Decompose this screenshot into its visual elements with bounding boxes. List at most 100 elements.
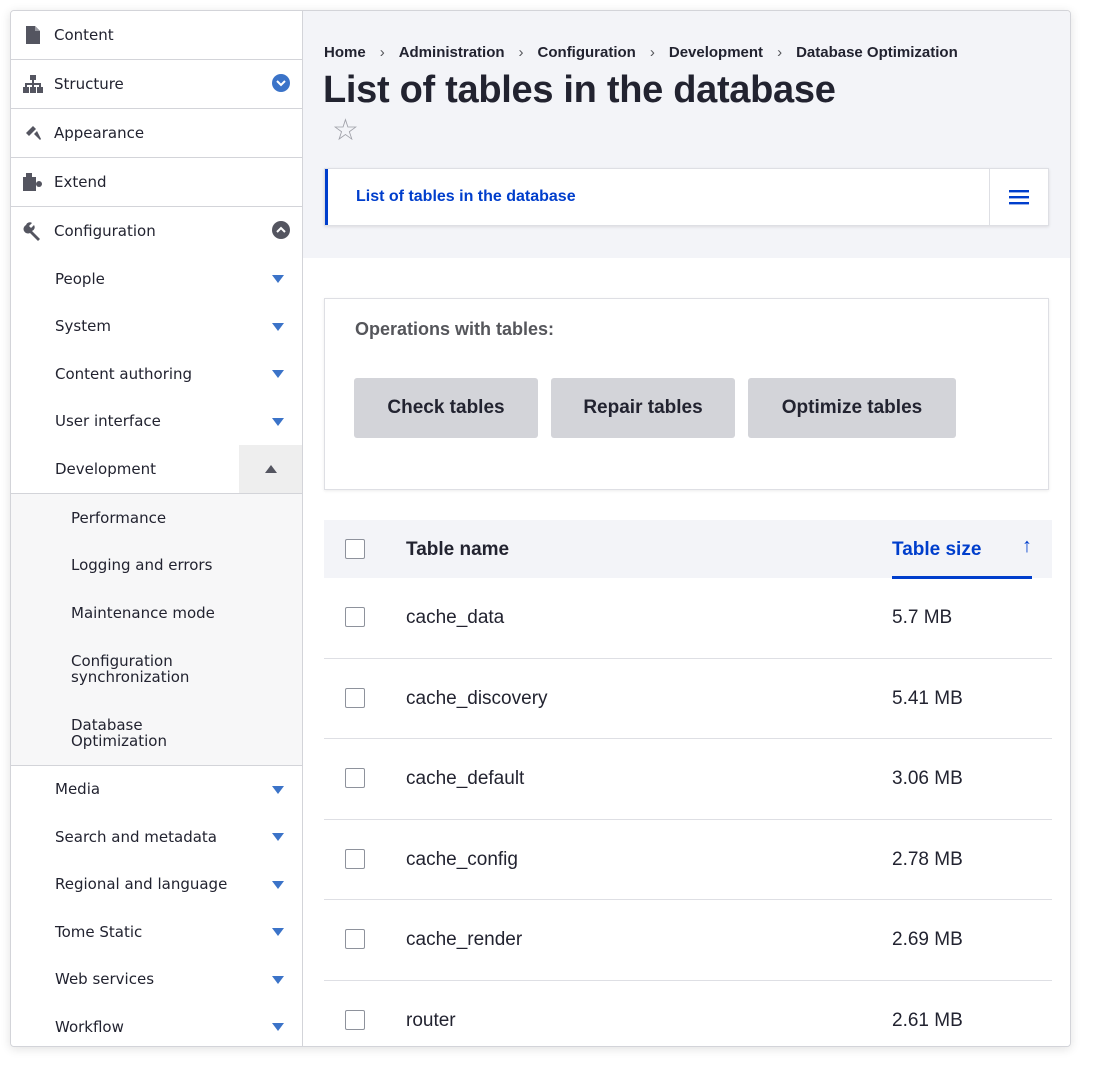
sidebar-item-performance[interactable]: Performance xyxy=(11,494,302,542)
table-name-cell: router xyxy=(406,1010,456,1032)
expand-icon[interactable] xyxy=(272,323,284,331)
sidebar-item-web-services[interactable]: Web services xyxy=(11,956,302,1004)
sidebar-item-logging-and-errors[interactable]: Logging and errors xyxy=(11,542,302,590)
sidebar-item-label: Tome Static xyxy=(55,923,142,941)
sidebar-item-label: Performance xyxy=(71,509,166,527)
breadcrumb-configuration[interactable]: Configuration xyxy=(538,44,636,61)
sidebar-item-extend[interactable]: Extend xyxy=(11,158,302,207)
sidebar-item-structure[interactable]: Structure xyxy=(11,60,302,109)
tab-list-of-tables[interactable]: List of tables in the database xyxy=(325,169,991,225)
table-size-cell: 5.41 MB xyxy=(892,688,963,710)
select-all-checkbox[interactable] xyxy=(345,539,365,559)
sidebar-item-label: System xyxy=(55,317,111,335)
sidebar-item-maintenance-mode[interactable]: Maintenance mode xyxy=(11,589,302,637)
column-header-table-name[interactable]: Table name xyxy=(406,539,509,561)
sidebar-item-regional-and-language[interactable]: Regional and language xyxy=(11,861,302,909)
file-icon xyxy=(23,25,43,45)
row-checkbox[interactable] xyxy=(345,1010,365,1030)
sidebar-item-workflow[interactable]: Workflow xyxy=(11,1003,302,1047)
tab-menu-button[interactable] xyxy=(989,169,1048,225)
expand-icon[interactable] xyxy=(272,1023,284,1031)
check-tables-button[interactable]: Check tables xyxy=(354,378,538,438)
expand-icon[interactable] xyxy=(272,928,284,936)
expand-icon[interactable] xyxy=(272,786,284,794)
table-header: Table name Table size ↑ xyxy=(324,520,1052,578)
breadcrumb-administration[interactable]: Administration xyxy=(399,44,505,61)
sidebar-item-label: Search and metadata xyxy=(55,828,217,846)
breadcrumb-separator: › xyxy=(380,44,385,61)
table-name-cell: cache_config xyxy=(406,849,518,871)
row-checkbox[interactable] xyxy=(345,688,365,708)
page-title: List of tables in the database xyxy=(323,69,836,112)
sidebar-item-label: Web services xyxy=(55,970,154,988)
hamburger-icon xyxy=(1009,189,1029,205)
sitemap-icon xyxy=(23,74,43,94)
chevron-down-icon[interactable] xyxy=(272,74,290,92)
breadcrumb-separator: › xyxy=(777,44,782,61)
table-name-cell: cache_data xyxy=(406,607,504,629)
table-size-cell: 2.69 MB xyxy=(892,929,963,951)
breadcrumb-home[interactable]: Home xyxy=(324,44,366,61)
collapse-toggle[interactable] xyxy=(239,445,302,493)
table-size-cell: 2.61 MB xyxy=(892,1010,963,1032)
sidebar-item-label: Regional and language xyxy=(55,875,227,893)
sidebar-item-content[interactable]: Content xyxy=(11,11,302,60)
table-row: cache_config 2.78 MB xyxy=(324,820,1052,901)
sidebar-item-development[interactable]: Development xyxy=(11,445,302,494)
sidebar-item-people[interactable]: People xyxy=(11,255,302,303)
app-window: Content Structure Appearance Extend xyxy=(10,10,1071,1047)
star-icon[interactable]: ☆ xyxy=(332,116,359,146)
table-row: cache_render 2.69 MB xyxy=(324,900,1052,981)
operations-panel: Operations with tables: Check tables Rep… xyxy=(324,298,1049,490)
table-row: cache_default 3.06 MB xyxy=(324,739,1052,820)
sidebar-item-label: Extend xyxy=(54,173,302,191)
tables-table: Table name Table size ↑ cache_data 5.7 M… xyxy=(324,520,1052,1047)
table-row: router 2.61 MB xyxy=(324,981,1052,1048)
sidebar-item-content-authoring[interactable]: Content authoring xyxy=(11,350,302,398)
sort-ascending-icon: ↑ xyxy=(1022,535,1032,558)
sidebar-item-system[interactable]: System xyxy=(11,303,302,351)
sidebar-item-label: User interface xyxy=(55,412,161,430)
sidebar-item-label: Media xyxy=(55,780,100,798)
row-checkbox[interactable] xyxy=(345,768,365,788)
table-row: cache_discovery 5.41 MB xyxy=(324,659,1052,740)
expand-icon[interactable] xyxy=(272,275,284,283)
expand-icon[interactable] xyxy=(272,370,284,378)
sidebar-item-label: Maintenance mode xyxy=(71,604,215,622)
expand-icon[interactable] xyxy=(272,833,284,841)
wrench-icon xyxy=(23,221,43,241)
repair-tables-button[interactable]: Repair tables xyxy=(551,378,735,438)
sidebar-item-appearance[interactable]: Appearance xyxy=(11,109,302,158)
breadcrumb-separator: › xyxy=(519,44,524,61)
paintbrush-icon xyxy=(23,123,43,143)
table-row: cache_data 5.7 MB xyxy=(324,578,1052,659)
sidebar-item-label: Configuration xyxy=(54,222,302,240)
expand-icon[interactable] xyxy=(272,881,284,889)
puzzle-icon xyxy=(23,172,43,192)
sidebar-item-label: Configuration synchronization xyxy=(71,653,212,685)
row-checkbox[interactable] xyxy=(345,929,365,949)
expand-icon[interactable] xyxy=(272,976,284,984)
chevron-up-icon[interactable] xyxy=(272,221,290,239)
page-header: Home › Administration › Configuration › … xyxy=(303,11,1070,258)
column-header-table-size[interactable]: Table size ↑ xyxy=(892,520,1032,579)
sidebar-item-label: Development xyxy=(55,460,156,478)
sidebar-item-user-interface[interactable]: User interface xyxy=(11,398,302,446)
breadcrumb-database-optimization: Database Optimization xyxy=(796,44,958,61)
optimize-tables-button[interactable]: Optimize tables xyxy=(748,378,956,438)
table-name-cell: cache_default xyxy=(406,768,524,790)
sidebar-item-search-and-metadata[interactable]: Search and metadata xyxy=(11,813,302,861)
row-checkbox[interactable] xyxy=(345,849,365,869)
collapse-icon xyxy=(265,465,277,473)
sidebar-item-configuration[interactable]: Configuration xyxy=(11,207,302,255)
sidebar-item-database-optimization[interactable]: Database Optimization xyxy=(11,701,302,765)
table-name-cell: cache_discovery xyxy=(406,688,548,710)
table-name-cell: cache_render xyxy=(406,929,522,951)
breadcrumb: Home › Administration › Configuration › … xyxy=(324,44,958,61)
sidebar-item-tome-static[interactable]: Tome Static xyxy=(11,908,302,956)
breadcrumb-development[interactable]: Development xyxy=(669,44,763,61)
sidebar-item-configuration-synchronization[interactable]: Configuration synchronization xyxy=(11,637,302,701)
row-checkbox[interactable] xyxy=(345,607,365,627)
expand-icon[interactable] xyxy=(272,418,284,426)
sidebar-item-media[interactable]: Media xyxy=(11,766,302,814)
